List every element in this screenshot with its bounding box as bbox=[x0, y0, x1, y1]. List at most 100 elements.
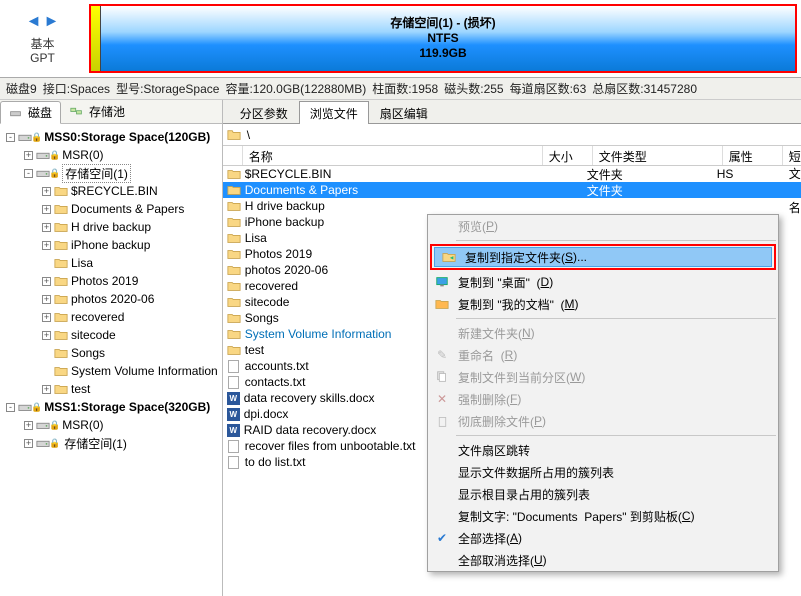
tree-expander[interactable]: + bbox=[42, 295, 51, 304]
menu-show-clusters[interactable]: 显示文件数据所占用的簇列表 bbox=[428, 461, 778, 483]
copy-icon bbox=[441, 249, 457, 265]
disk-icon bbox=[18, 400, 32, 414]
file-row[interactable]: Documents & Papers 文件夹 bbox=[223, 182, 801, 198]
menu-preview: 预览(P) bbox=[428, 215, 778, 237]
content-tab[interactable]: 浏览文件 bbox=[299, 101, 369, 124]
tree-node[interactable]: +sitecode bbox=[0, 326, 222, 344]
folder-icon bbox=[54, 382, 68, 396]
tree-node[interactable]: Lisa bbox=[0, 254, 222, 272]
folder-icon bbox=[227, 128, 241, 142]
tree-node[interactable]: +photos 2020-06 bbox=[0, 290, 222, 308]
rename-icon: ✎ bbox=[434, 347, 450, 363]
volume-fs: NTFS bbox=[427, 31, 458, 46]
tree-expander[interactable]: + bbox=[42, 205, 51, 214]
tree-node[interactable]: +$RECYCLE.BIN bbox=[0, 182, 222, 200]
disk-icon bbox=[18, 130, 32, 144]
tree-node[interactable]: System Volume Information bbox=[0, 362, 222, 380]
folder-icon bbox=[54, 202, 68, 216]
tree-expander[interactable]: + bbox=[24, 439, 33, 448]
tree-node[interactable]: -🔒MSS0:Storage Space(120GB) bbox=[0, 128, 222, 146]
tree-expander[interactable]: + bbox=[42, 277, 51, 286]
folder-icon bbox=[54, 274, 68, 288]
file-row[interactable]: $RECYCLE.BIN 文件夹 HS bbox=[223, 166, 801, 182]
tree-node[interactable]: +Documents & Papers bbox=[0, 200, 222, 218]
tree-node[interactable]: Songs bbox=[0, 344, 222, 362]
copy-down-icon bbox=[434, 369, 450, 385]
menu-force-delete: ✕ 强制删除(F) bbox=[428, 388, 778, 410]
documents-icon bbox=[434, 296, 450, 312]
menu-purge: 彻底删除文件(P) bbox=[428, 410, 778, 432]
folder-icon bbox=[227, 279, 241, 293]
folder-icon bbox=[227, 311, 241, 325]
menu-rename: ✎ 重命名 (R) bbox=[428, 344, 778, 366]
lock-icon: 🔒 bbox=[49, 168, 60, 179]
tree-node[interactable]: -🔒存储空间(1) bbox=[0, 164, 222, 182]
tree-node[interactable]: +H drive backup bbox=[0, 218, 222, 236]
folder-icon bbox=[54, 328, 68, 342]
menu-copy-current: 复制文件到当前分区(W) bbox=[428, 366, 778, 388]
menu-copy-to-folder[interactable]: 复制到指定文件夹(S)... bbox=[434, 247, 772, 267]
folder-icon bbox=[54, 238, 68, 252]
volume-icon bbox=[36, 436, 50, 450]
disk-visualization[interactable]: 存储空间(1) - (损坏) NTFS 119.9GB bbox=[85, 0, 801, 77]
menu-copy-desktop[interactable]: 复制到 "桌面" (D) bbox=[428, 271, 778, 293]
nav-forward-icon[interactable]: ► bbox=[44, 13, 60, 31]
tree-node[interactable]: +iPhone backup bbox=[0, 236, 222, 254]
volume-size: 119.9GB bbox=[419, 46, 466, 61]
menu-copy-documents[interactable]: 复制到 "我的文档" (M) bbox=[428, 293, 778, 315]
context-menu: 预览(P) 复制到指定文件夹(S)... 复制到 "桌面" (D) 复制到 "我… bbox=[427, 214, 779, 572]
tree-expander[interactable]: + bbox=[42, 385, 51, 394]
tree-node[interactable]: -🔒MSS1:Storage Space(320GB) bbox=[0, 398, 222, 416]
nav-back-icon[interactable]: ◄ bbox=[26, 13, 42, 31]
word-icon: W bbox=[227, 408, 240, 421]
folder-icon bbox=[54, 292, 68, 306]
folder-icon bbox=[54, 256, 68, 270]
tree-expander[interactable]: + bbox=[42, 313, 51, 322]
file-icon bbox=[227, 359, 241, 373]
tree-expander[interactable]: + bbox=[42, 241, 51, 250]
tree-node[interactable]: +🔒MSR(0) bbox=[0, 416, 222, 434]
tree-node[interactable]: +🔒存储空间(1) bbox=[0, 434, 222, 452]
purge-icon bbox=[434, 413, 450, 429]
lock-icon: 🔒 bbox=[49, 150, 60, 161]
folder-icon bbox=[227, 167, 241, 181]
folder-icon bbox=[227, 295, 241, 309]
tree-expander[interactable]: + bbox=[42, 223, 51, 232]
menu-sector-jump[interactable]: 文件扇区跳转 bbox=[428, 439, 778, 461]
menu-select-all[interactable]: ✔ 全部选择(A) bbox=[428, 527, 778, 549]
content-tab[interactable]: 扇区编辑 bbox=[369, 101, 439, 124]
menu-select-none[interactable]: 全部取消选择(U) bbox=[428, 549, 778, 571]
tree-expander[interactable]: - bbox=[24, 169, 33, 178]
folder-icon bbox=[227, 215, 241, 229]
tab-disk[interactable]: 磁盘 bbox=[0, 101, 61, 124]
tree-node[interactable]: +test bbox=[0, 380, 222, 398]
menu-show-root-clusters[interactable]: 显示根目录占用的簇列表 bbox=[428, 483, 778, 505]
file-row[interactable]: H drive backup bbox=[223, 198, 801, 214]
folder-icon bbox=[54, 364, 68, 378]
tree-expander[interactable]: - bbox=[6, 403, 15, 412]
check-icon: ✔ bbox=[434, 530, 450, 546]
tree-expander[interactable]: + bbox=[42, 187, 51, 196]
file-list-header[interactable]: 名称 大小 文件类型 属性 短文件名 bbox=[223, 146, 801, 166]
folder-icon bbox=[54, 184, 68, 198]
tree-expander[interactable]: - bbox=[6, 133, 15, 142]
lock-icon: 🔒 bbox=[49, 438, 60, 449]
content-tab[interactable]: 分区参数 bbox=[229, 101, 299, 124]
folder-icon bbox=[227, 183, 241, 197]
tab-pool[interactable]: 存储池 bbox=[61, 100, 134, 123]
tree-expander[interactable]: + bbox=[24, 151, 33, 160]
menu-copy-text[interactable]: 复制文字: "Documents Papers" 到剪贴板(C) bbox=[428, 505, 778, 527]
tree-expander[interactable]: + bbox=[42, 331, 51, 340]
folder-icon bbox=[227, 327, 241, 341]
tree-node[interactable]: +🔒MSR(0) bbox=[0, 146, 222, 164]
disk-tree[interactable]: -🔒MSS0:Storage Space(120GB)+🔒MSR(0)-🔒存储空… bbox=[0, 124, 222, 596]
tree-node[interactable]: +recovered bbox=[0, 308, 222, 326]
tree-expander[interactable]: + bbox=[24, 421, 33, 430]
folder-icon bbox=[227, 263, 241, 277]
path-bar[interactable]: \ bbox=[223, 124, 801, 146]
tree-node[interactable]: +Photos 2019 bbox=[0, 272, 222, 290]
path-text: \ bbox=[247, 128, 250, 142]
file-icon bbox=[227, 375, 241, 389]
file-icon bbox=[227, 455, 241, 469]
menu-new-folder: 新建文件夹(N) bbox=[428, 322, 778, 344]
